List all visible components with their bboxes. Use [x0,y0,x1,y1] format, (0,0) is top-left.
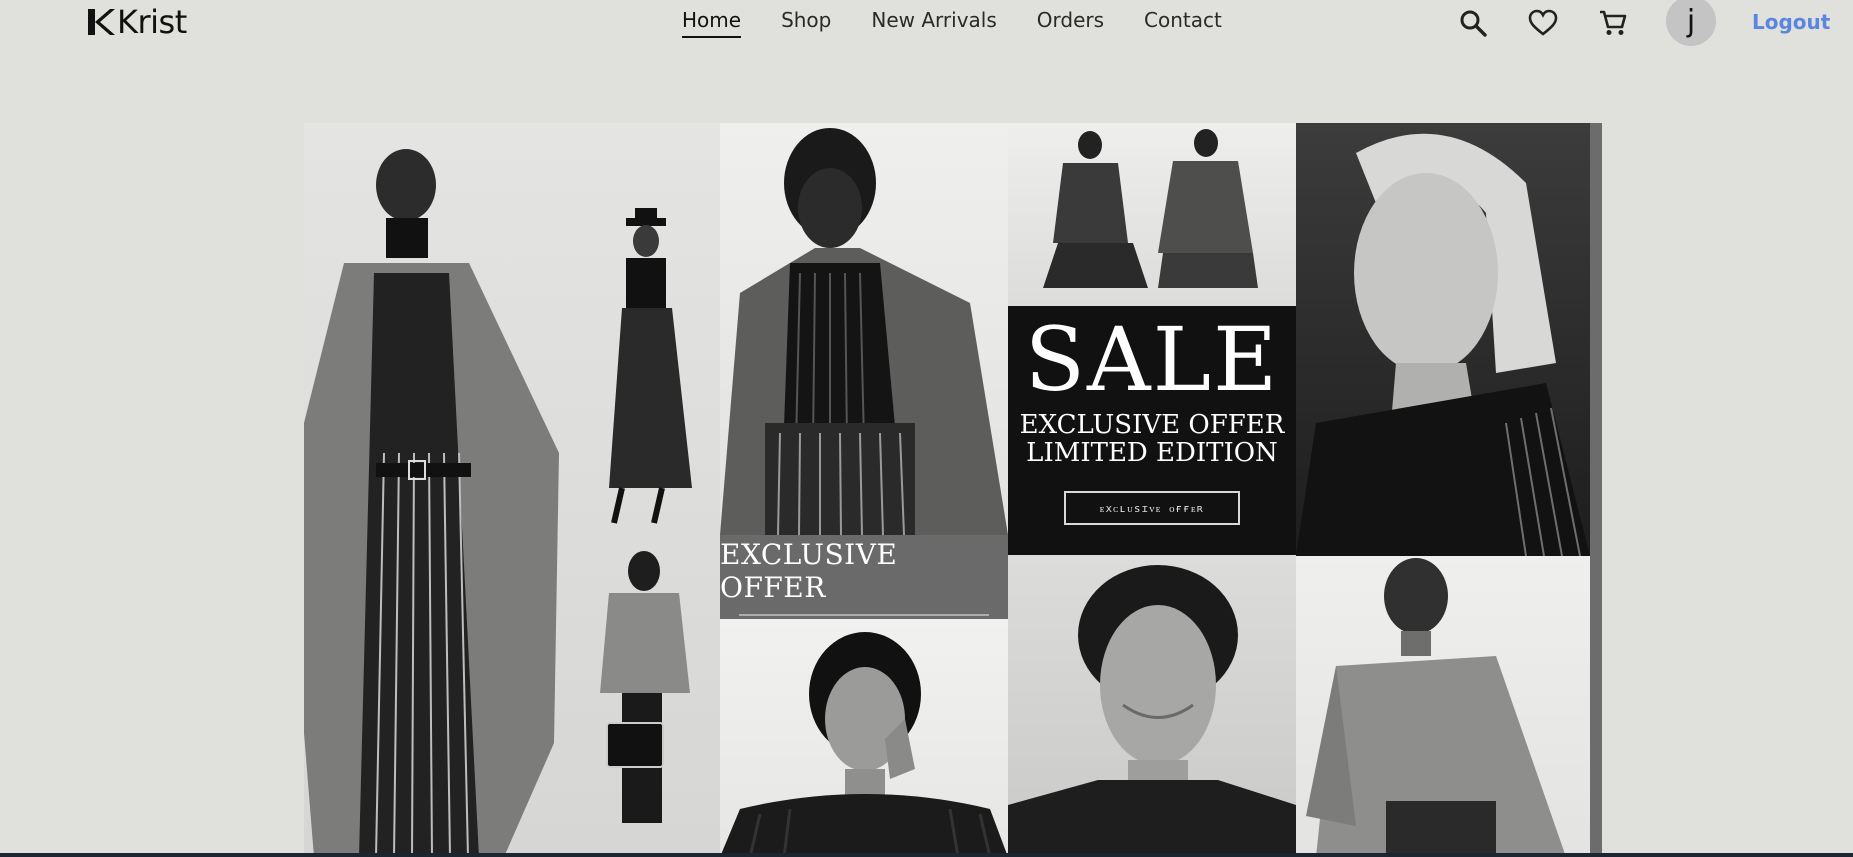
banner-photo-man-portrait [1008,555,1296,857]
fashion-photo-image [304,149,692,857]
banner-photo-woman-portrait [720,619,1008,857]
fashion-photo-image [1306,558,1566,857]
banner-photo-sweater-model [1296,556,1590,857]
nav-home[interactable]: Home [682,8,742,38]
exclusive-offer-title: EXCLUSIVE OFFER [720,538,898,604]
fashion-photo-image [720,632,1008,857]
search-button[interactable] [1456,6,1490,40]
logo-mark-icon [88,9,115,35]
banner-photo-coat-model [304,123,720,857]
fashion-photo-image [1008,565,1296,857]
sale-line-limited-edition: LIMITED EDITION [1026,438,1278,468]
fashion-photo-image [1296,133,1590,556]
heart-icon [1528,9,1558,36]
logout-link[interactable]: Logout [1752,10,1830,34]
banner-edge-strip [1590,123,1602,857]
search-icon [1460,10,1487,37]
fashion-photo-image [1043,129,1258,288]
banner-photo-blonde-model [1296,123,1590,556]
cart-button[interactable] [1596,6,1630,40]
sale-line-exclusive-offer: EXCLUSIVE OFFER [1019,410,1285,440]
brand-name: Krist [117,3,187,41]
nav-orders[interactable]: Orders [1037,8,1104,38]
banner-photo-dreadlocks-model [720,123,1008,535]
top-navbar: Krist Home Shop New Arrivals Orders Cont… [0,0,1853,46]
nav-contact[interactable]: Contact [1144,8,1222,38]
exclusive-offer-subline [739,614,989,616]
banner-photo-seated-models [1008,123,1296,306]
sale-cta-button[interactable]: ᴇxᴄʟᴜsɪᴠᴇ ᴏғғᴇʀ [1064,491,1240,525]
exclusive-offer-band[interactable]: EXCLUSIVE OFFER [720,535,1008,619]
sale-promo-panel[interactable]: SALE EXCLUSIVE OFFER LIMITED EDITION ᴇxᴄ… [1008,306,1296,555]
main-nav: Home Shop New Arrivals Orders Contact [682,8,1262,38]
nav-new-arrivals[interactable]: New Arrivals [871,8,996,38]
fashion-photo-image [720,128,1008,535]
hero-banner[interactable]: EXCLUSIVE OFFER SALE EXCLUSIVE OFFER LIM… [304,123,1602,857]
wishlist-button[interactable] [1526,6,1560,40]
header-actions [1456,0,1630,46]
sale-title: SALE [1024,308,1280,411]
user-avatar[interactable]: j [1666,0,1716,46]
nav-shop[interactable]: Shop [781,8,831,38]
brand-logo[interactable]: Krist [86,4,187,40]
bottom-edge-bar [0,853,1853,857]
cart-icon [1600,10,1627,35]
